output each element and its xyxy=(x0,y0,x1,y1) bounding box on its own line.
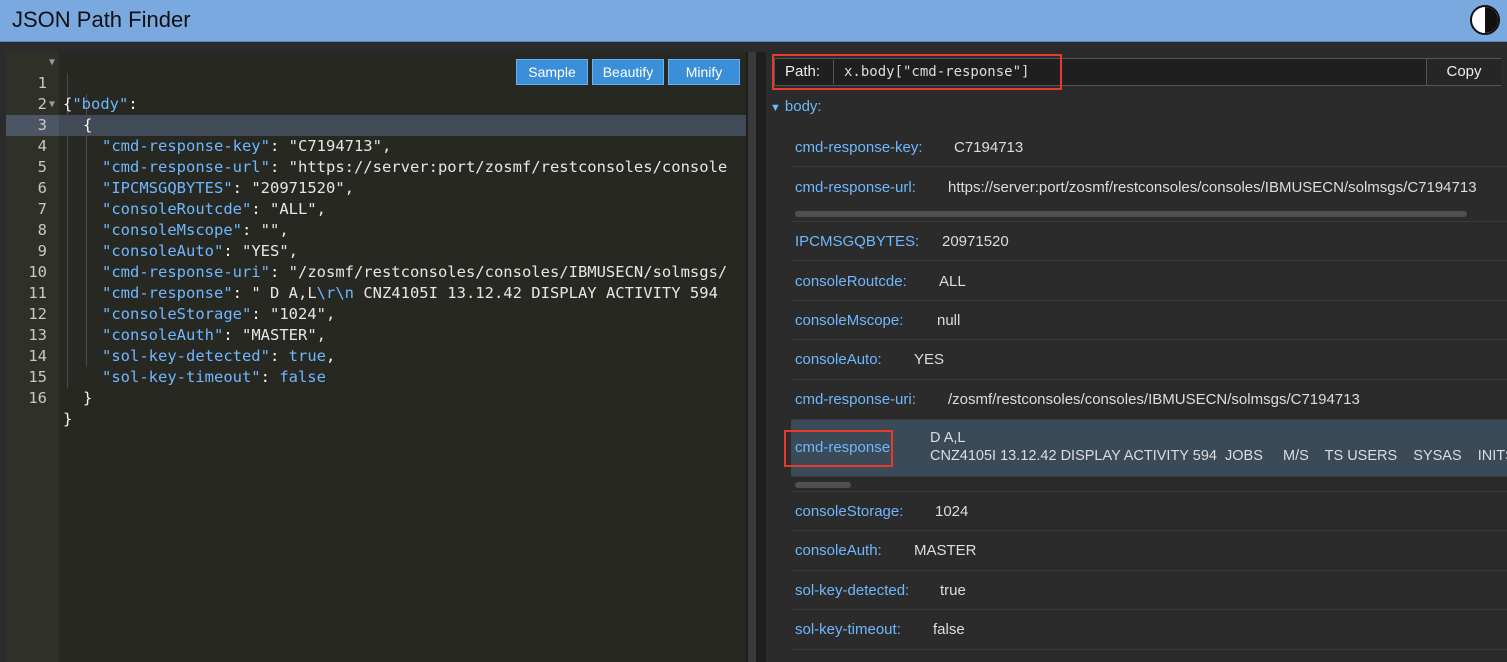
tree-row[interactable]: consoleMscope: null xyxy=(791,301,1507,340)
tree-row[interactable]: IPCMSGQBYTES: 20971520 xyxy=(791,222,1507,261)
tree-row[interactable]: cmd-response-uri:/zosmf/restconsoles/con… xyxy=(791,380,1507,420)
app-header: JSON Path Finder xyxy=(0,0,1507,42)
minify-button[interactable]: Minify xyxy=(668,59,740,85)
tree-row[interactable]: consoleAuto: YES xyxy=(791,340,1507,380)
copy-button[interactable]: Copy xyxy=(1426,59,1501,85)
expand-triangle-icon: ▼ xyxy=(770,102,781,114)
tree-row[interactable]: sol-key-detected: true xyxy=(791,571,1507,610)
tree-row[interactable]: consoleStorage: 1024 xyxy=(791,492,1507,531)
code-line: 10 "cmd-response": " D A,L\r\n CNZ4105I … xyxy=(28,263,718,302)
code-line: 13 "sol-key-detected": true, xyxy=(28,326,336,365)
tree-panel: Path: Copy ▼body: cmd-response-key:C7194… xyxy=(766,52,1507,662)
path-highlight-box xyxy=(772,54,1062,90)
tree-row[interactable]: consoleAuth: MASTER xyxy=(791,531,1507,571)
app-title: JSON Path Finder xyxy=(12,7,191,32)
tree-row-selected[interactable]: cmd-response: D A,L CNZ4105I 13.12.42 DI… xyxy=(791,420,1507,477)
tree-row[interactable]: cmd-response-key: C7194713 xyxy=(791,127,1507,167)
code-line: 8 "consoleAuto": "YES", xyxy=(37,221,298,260)
tree-row[interactable]: cmd-response-url: https://server:port/zos… xyxy=(791,167,1507,222)
sample-button[interactable]: Sample xyxy=(516,59,588,85)
panel-splitter[interactable] xyxy=(746,52,766,662)
code-line: 5 "IPCMSGQBYTES": "20971520", xyxy=(37,158,354,197)
beautify-button[interactable]: Beautify xyxy=(592,59,664,85)
code-line: 3 "cmd-response-key": "C7194713", xyxy=(37,116,392,155)
code-line: 4 "cmd-response-url": "https://server:po… xyxy=(37,137,728,176)
code-line: 7 "consoleMscope": "", xyxy=(37,200,289,239)
tree-root-node[interactable]: ▼ body: xyxy=(770,98,822,115)
contrast-icon[interactable] xyxy=(1470,5,1500,35)
editor-scrollbar[interactable] xyxy=(748,52,756,662)
row-scrollbar[interactable] xyxy=(795,482,851,488)
code-line: 12 "consoleAuth": "MASTER", xyxy=(28,305,326,344)
code-line: 9 "cmd-response-uri": "/zosmf/restconsol… xyxy=(37,242,728,281)
key-highlight-box xyxy=(784,430,893,467)
row-scrollbar[interactable] xyxy=(795,211,1467,217)
json-editor[interactable]: 1 ▼ {"body": 2 ▼ { 3 "cmd-response-key": "… xyxy=(6,52,746,662)
tree-row[interactable]: consoleRoutcde: ALL xyxy=(791,261,1507,301)
code-line: 11 "consoleStorage": "1024", xyxy=(28,284,336,323)
tree-row[interactable]: sol-key-timeout: false xyxy=(791,610,1507,650)
code-line: 15 } xyxy=(28,368,93,407)
code-line: 16 } xyxy=(28,389,73,428)
code-line: 14 "sol-key-timeout": false xyxy=(28,347,326,386)
code-line: 6 "consoleRoutcde": "ALL", xyxy=(37,179,326,218)
